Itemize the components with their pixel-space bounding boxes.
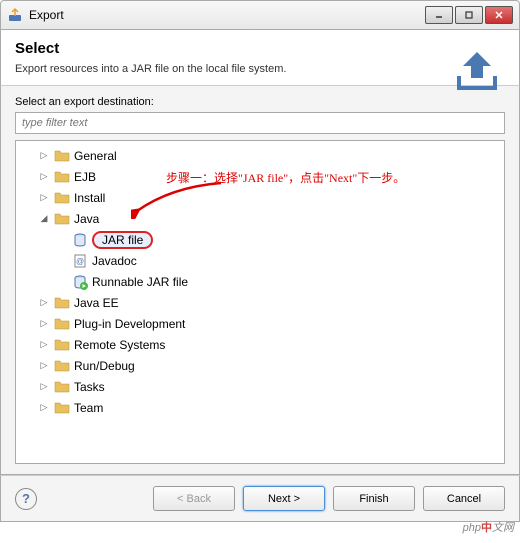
folder-icon xyxy=(54,211,70,227)
expanded-icon[interactable]: ◢ xyxy=(38,213,50,224)
tree-item-label: Javadoc xyxy=(92,254,137,268)
folder-icon xyxy=(54,148,70,164)
runjar-icon xyxy=(72,274,88,290)
folder-icon xyxy=(54,316,70,332)
export-app-icon xyxy=(7,7,23,23)
collapsed-icon[interactable]: ▷ xyxy=(38,402,50,413)
tree-item-label: JAR file xyxy=(92,231,153,249)
tree-item[interactable]: Runnable JAR file xyxy=(18,271,502,292)
folder-icon xyxy=(54,337,70,353)
export-tree[interactable]: ▷ General ▷ EJB ▷ Install ◢ Java JAR file @ Javado… xyxy=(15,140,505,464)
tree-item[interactable]: ▷ Java EE xyxy=(18,292,502,313)
next-button[interactable]: Next > xyxy=(243,486,325,511)
tree-item[interactable]: @ Javadoc xyxy=(18,250,502,271)
javadoc-icon: @ xyxy=(72,253,88,269)
tree-item[interactable]: ▷ Install xyxy=(18,187,502,208)
tree-item[interactable]: ◢ Java xyxy=(18,208,502,229)
button-bar: ? < Back Next > Finish Cancel xyxy=(0,475,520,522)
back-button[interactable]: < Back xyxy=(153,486,235,511)
tree-item[interactable]: ▷ General xyxy=(18,145,502,166)
tree-item-label: Java EE xyxy=(74,296,119,310)
tree-item-label: Tasks xyxy=(74,380,105,394)
svg-text:@: @ xyxy=(76,257,84,266)
destination-label: Select an export destination: xyxy=(15,96,505,108)
help-icon[interactable]: ? xyxy=(15,488,37,510)
filter-input[interactable] xyxy=(15,112,505,134)
tree-item-label: Team xyxy=(74,401,103,415)
dialog-body: Select an export destination: ▷ General ▷ E… xyxy=(0,85,520,475)
title-bar: Export xyxy=(0,0,520,30)
folder-icon xyxy=(54,169,70,185)
cancel-button[interactable]: Cancel xyxy=(423,486,505,511)
collapsed-icon[interactable]: ▷ xyxy=(38,339,50,350)
jar-icon xyxy=(72,232,88,248)
maximize-button[interactable] xyxy=(455,6,483,24)
minimize-button[interactable] xyxy=(425,6,453,24)
export-wizard-icon xyxy=(453,44,501,92)
tree-item-label: Install xyxy=(74,191,105,205)
folder-icon xyxy=(54,190,70,206)
tree-item-label: Run/Debug xyxy=(74,359,135,373)
tree-item-label: Java xyxy=(74,212,99,226)
folder-icon xyxy=(54,400,70,416)
tree-item-label: Remote Systems xyxy=(74,338,165,352)
tree-item[interactable]: ▷ Team xyxy=(18,397,502,418)
tree-item[interactable]: ▷ Remote Systems xyxy=(18,334,502,355)
tree-item-label: Runnable JAR file xyxy=(92,275,188,289)
folder-icon xyxy=(54,379,70,395)
collapsed-icon[interactable]: ▷ xyxy=(38,360,50,371)
tree-item[interactable]: JAR file xyxy=(18,229,502,250)
folder-icon xyxy=(54,358,70,374)
tree-item[interactable]: ▷ Tasks xyxy=(18,376,502,397)
collapsed-icon[interactable]: ▷ xyxy=(38,297,50,308)
collapsed-icon[interactable]: ▷ xyxy=(38,171,50,182)
window-title: Export xyxy=(29,8,425,22)
tree-item[interactable]: ▷ Plug-in Development xyxy=(18,313,502,334)
finish-button[interactable]: Finish xyxy=(333,486,415,511)
close-button[interactable] xyxy=(485,6,513,24)
tree-item-label: Plug-in Development xyxy=(74,317,185,331)
page-title: Select xyxy=(15,40,505,57)
tree-item[interactable]: ▷ Run/Debug xyxy=(18,355,502,376)
folder-icon xyxy=(54,295,70,311)
collapsed-icon[interactable]: ▷ xyxy=(38,192,50,203)
collapsed-icon[interactable]: ▷ xyxy=(38,381,50,392)
dialog-header: Select Export resources into a JAR file … xyxy=(0,30,520,85)
tree-item[interactable]: ▷ EJB xyxy=(18,166,502,187)
collapsed-icon[interactable]: ▷ xyxy=(38,318,50,329)
collapsed-icon[interactable]: ▷ xyxy=(38,150,50,161)
page-description: Export resources into a JAR file on the … xyxy=(15,63,505,75)
tree-item-label: EJB xyxy=(74,170,96,184)
tree-item-label: General xyxy=(74,149,117,163)
